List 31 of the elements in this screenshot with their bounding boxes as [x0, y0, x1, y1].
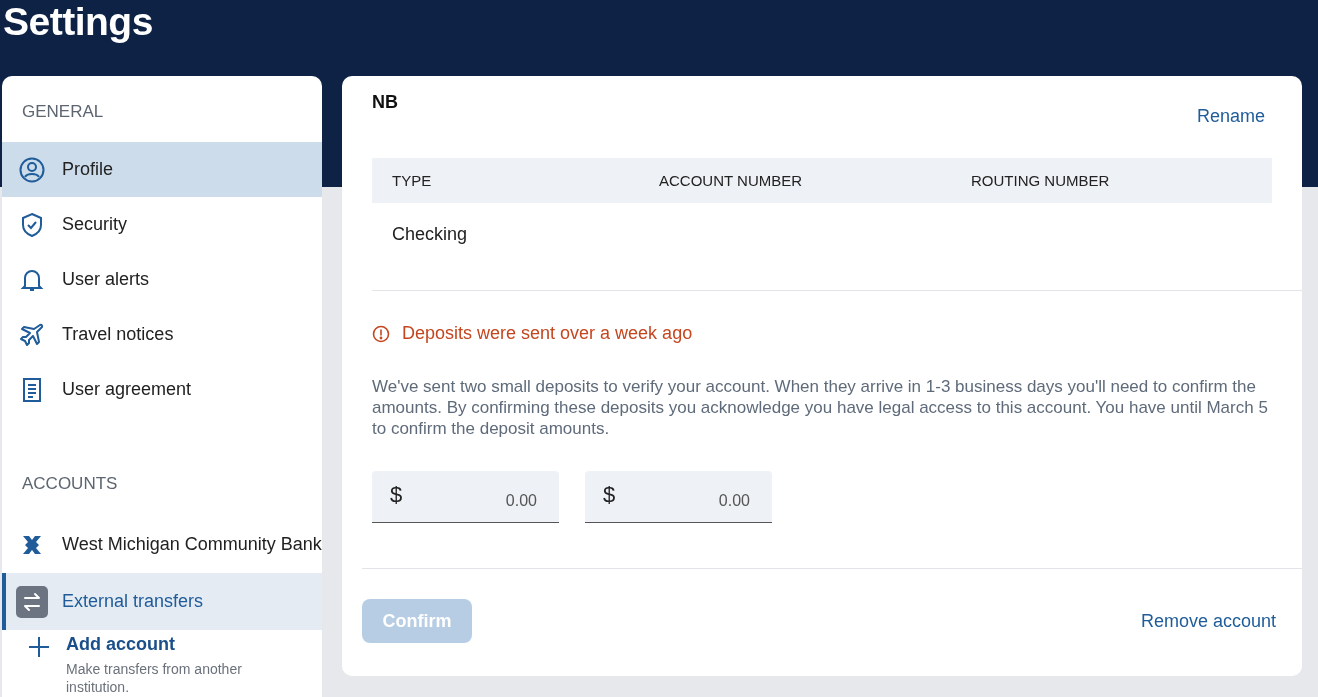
- sidebar-item[interactable]: External transfers: [2, 573, 322, 630]
- document-icon: [22, 376, 42, 403]
- sidebar-item[interactable]: User agreement: [2, 362, 322, 417]
- currency-symbol: $: [390, 483, 403, 507]
- sidebar-item[interactable]: User alerts: [2, 252, 322, 307]
- account-name: NB: [372, 91, 398, 114]
- sidebar-item[interactable]: Travel notices: [2, 307, 322, 362]
- warning-icon: [372, 324, 390, 343]
- sidebar-item[interactable]: Security: [2, 197, 322, 252]
- sidebar-item[interactable]: West Michigan Community Bank: [2, 516, 322, 573]
- verification-message: We've sent two small deposits to verify your account. When they arrive in 1-3 business days you'll need to confirm the amounts. By confirming these deposits you acknowledge you have legal access to this account. You have until March 5 to confirm the deposit amounts.: [372, 376, 1269, 439]
- column-header: ROUTING NUMBER: [971, 172, 1110, 189]
- warning-text: Deposits were sent over a week ago: [402, 323, 693, 344]
- airplane-icon: [19, 321, 45, 348]
- profile-icon: [19, 156, 45, 183]
- column-header: TYPE: [391, 172, 433, 189]
- plus-icon: [28, 636, 50, 658]
- column-header: ACCOUNT NUMBER: [659, 172, 804, 189]
- shield-icon: [20, 211, 44, 238]
- transfer-icon: [16, 585, 48, 618]
- table-cell-text: Checking: [391, 223, 468, 245]
- page-title: Settings: [2, 0, 154, 45]
- add-account-link[interactable]: Add account: [66, 634, 276, 655]
- currency-symbol: $: [603, 483, 616, 507]
- rename-link[interactable]: Rename: [1196, 106, 1265, 158]
- sidebar-item[interactable]: Profile: [2, 142, 322, 197]
- section-heading: GENERAL: [21, 102, 105, 123]
- bank-logo-icon: [22, 534, 42, 555]
- add-account-description: Make transfers from another institution.: [66, 660, 243, 696]
- remove-account-link[interactable]: Remove account: [1140, 610, 1276, 632]
- section-heading: ACCOUNTS: [21, 474, 119, 495]
